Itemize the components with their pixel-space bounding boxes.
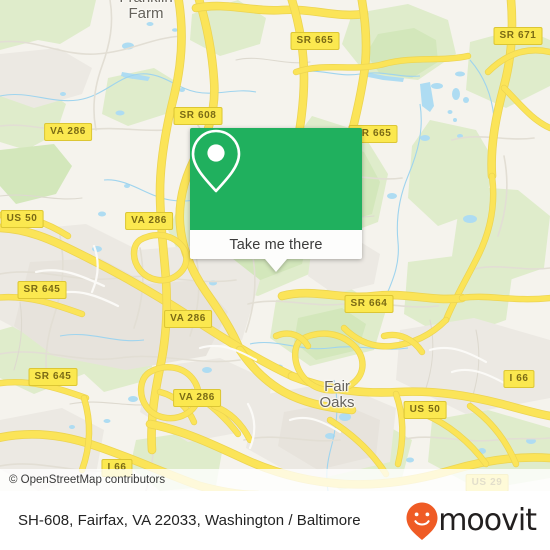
moovit-smiley-pin-icon [406, 502, 438, 540]
location-popup-card[interactable]: Take me there [190, 128, 362, 272]
location-address-text: SH-608, Fairfax, VA 22033, Washington / … [18, 512, 361, 529]
road-shield: VA 286 [125, 212, 173, 230]
road-shield: VA 286 [164, 310, 212, 328]
place-label-franklin-farm: Franklin Farm [119, 0, 172, 22]
road-shield: SR 645 [28, 368, 78, 386]
road-shield: SR 671 [493, 27, 543, 45]
moovit-wordmark: moovit [438, 503, 537, 538]
road-shield: SR 665 [290, 32, 340, 50]
road-shield: US 50 [403, 401, 447, 419]
popup-tail [265, 259, 287, 272]
footer-bar: .land{fill:#f5f3ed} .green{fill:#dfeccb}… [0, 491, 550, 550]
take-me-there-label: Take me there [229, 236, 323, 253]
road-shield: US 50 [0, 210, 44, 228]
map-pin-icon [191, 129, 241, 193]
place-label-fair-oaks: Fair Oaks [319, 379, 354, 411]
place-label-line: Fair [324, 378, 350, 395]
map-canvas[interactable]: .land{fill:#f5f3ed} .green{fill:#dfeccb}… [0, 0, 550, 491]
map-screenshot: .land{fill:#f5f3ed} .green{fill:#dfeccb}… [0, 0, 550, 550]
map-attribution-bar: © OpenStreetMap contributors [0, 469, 550, 491]
popup-header [190, 128, 362, 230]
popup-body[interactable]: Take me there [190, 230, 362, 272]
road-shield: VA 286 [173, 389, 221, 407]
place-label-line: Farm [128, 5, 164, 22]
road-shield: SR 664 [344, 295, 394, 313]
attribution-text: © OpenStreetMap contributors [9, 474, 166, 486]
moovit-brand[interactable]: moovit [405, 501, 537, 541]
road-shield: VA 286 [44, 123, 92, 141]
road-shield: SR 608 [173, 107, 223, 125]
place-label-line: Oaks [319, 394, 355, 411]
road-shield: SR 645 [17, 281, 67, 299]
road-shield: I 66 [503, 370, 535, 388]
